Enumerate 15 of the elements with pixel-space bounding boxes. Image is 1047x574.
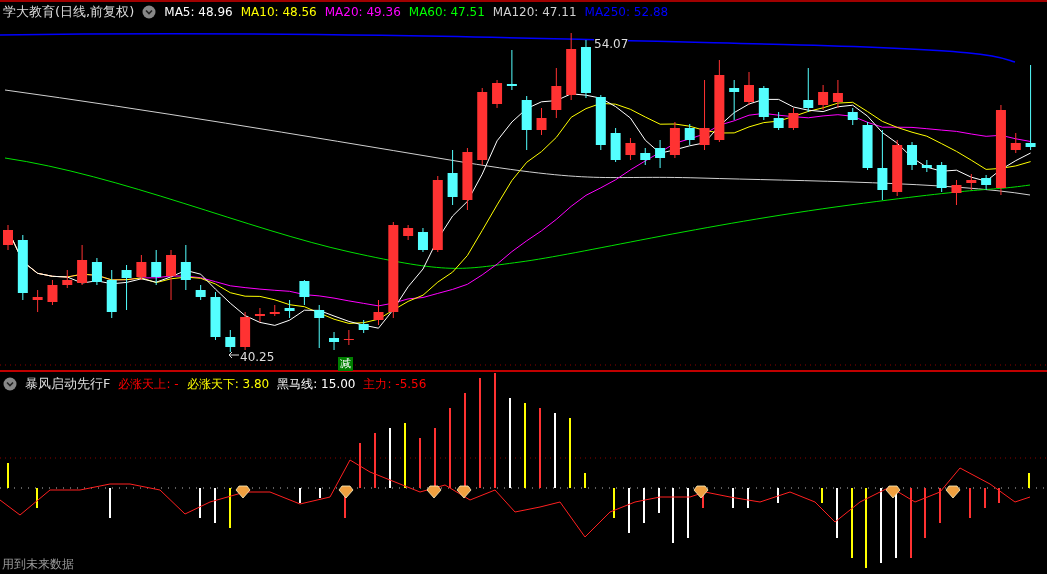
indicator-value: 必涨天上: - [118,375,179,393]
chart-title: 暴风启动先行F [25,375,111,393]
indicator-value: 黑马线: 15.00 [277,375,356,393]
indicator-value: 必涨天下: 3.80 [186,375,270,393]
indicator-value: MA60: 47.51 [408,3,485,21]
indicator-value: MA120: 47.11 [492,3,577,21]
indicator-value: MA5: 48.96 [164,3,233,21]
status-text: 用到未来数据 [2,556,74,573]
indicator-value: MA10: 48.56 [240,3,317,21]
signal-tag: 减 [338,357,353,371]
indicator-value: MA250: 52.88 [584,3,669,21]
low-price-marker: 40.25 [240,349,275,366]
indicator-value: MA20: 49.36 [324,3,401,21]
indicator-value: 主力: -5.56 [363,375,427,393]
chart-title: 学大教育(日线,前复权) [3,3,135,21]
